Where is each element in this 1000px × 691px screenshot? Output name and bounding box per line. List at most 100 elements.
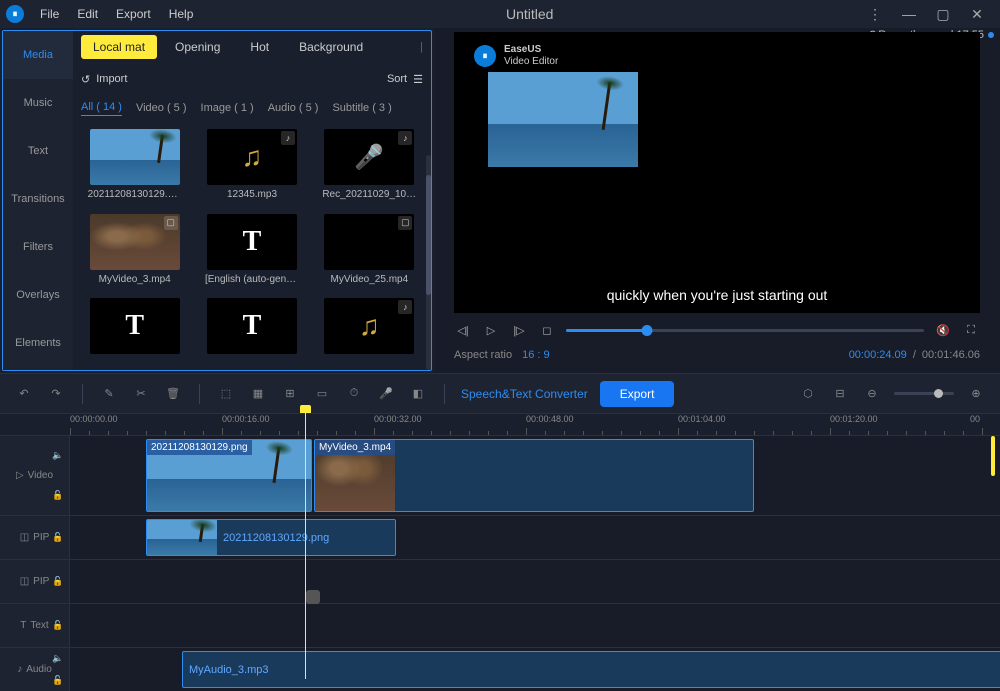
aspect-ratio-value[interactable]: 16 : 9 bbox=[522, 349, 550, 361]
media-thumb[interactable]: ♫♪12345.mp3 bbox=[198, 129, 305, 204]
volume-icon[interactable]: 🔇 bbox=[934, 321, 952, 339]
pip-track-2[interactable]: ◫PIP 🔓 bbox=[0, 559, 1000, 603]
filter-all[interactable]: All ( 14 ) bbox=[81, 101, 122, 116]
speed-icon[interactable]: ⏱ bbox=[344, 384, 364, 404]
media-thumb[interactable]: ▢MyVideo_3.mp4 bbox=[81, 214, 188, 289]
media-tab-hot[interactable]: Hot bbox=[238, 35, 281, 59]
next-frame-button[interactable]: |▷ bbox=[510, 321, 528, 339]
media-tab-opening[interactable]: Opening bbox=[163, 35, 232, 59]
export-button[interactable]: Export bbox=[600, 381, 675, 407]
play-button[interactable]: ▷ bbox=[482, 321, 500, 339]
prev-frame-button[interactable]: ◁| bbox=[454, 321, 472, 339]
mute-icon[interactable]: 🔈 bbox=[52, 653, 68, 664]
playhead[interactable] bbox=[305, 413, 306, 679]
lock-icon[interactable]: 🔓 bbox=[52, 620, 68, 631]
zoom-in-button[interactable]: ⊕ bbox=[966, 384, 986, 404]
audio-track-icon: ♪ bbox=[17, 664, 22, 675]
audio-track[interactable]: ♪Audio 🔈🔓MyAudio_3.mp3 bbox=[0, 647, 1000, 691]
media-tabs: Local mat Opening Hot Background | bbox=[73, 31, 431, 63]
zoom-out-button[interactable]: ⊖ bbox=[862, 384, 882, 404]
close-button[interactable]: ✕ bbox=[960, 0, 994, 28]
zoom-slider[interactable] bbox=[894, 392, 954, 395]
badge-icon: ♪ bbox=[398, 300, 412, 314]
text-track[interactable]: TText 🔓 bbox=[0, 603, 1000, 647]
stop-button[interactable]: ◻ bbox=[538, 321, 556, 339]
crop-button[interactable]: ⬚ bbox=[216, 384, 236, 404]
lock-icon[interactable]: 🔓 bbox=[52, 532, 68, 543]
pip-track-1[interactable]: ◫PIP 🔓20211208130129.png bbox=[0, 515, 1000, 559]
side-tab-text[interactable]: Text bbox=[3, 127, 73, 175]
video-track[interactable]: ▷Video 🔈🔓 20211208130129.pngMyVideo_3.mp… bbox=[0, 435, 1000, 515]
video-clip[interactable]: 20211208130129.png bbox=[146, 439, 312, 512]
badge-icon: ♪ bbox=[398, 131, 412, 145]
fullscreen-icon[interactable]: ⛶ bbox=[962, 321, 980, 339]
progress-slider[interactable] bbox=[566, 329, 924, 332]
side-tab-filters[interactable]: Filters bbox=[3, 223, 73, 271]
marker-icon[interactable]: ⬡ bbox=[798, 384, 818, 404]
import-icon: ↺ bbox=[81, 73, 90, 86]
side-tab-music[interactable]: Music bbox=[3, 79, 73, 127]
media-thumb[interactable]: 20211208130129.png bbox=[81, 129, 188, 204]
ruler-mark: 00:01:20.00 bbox=[830, 414, 878, 424]
clip-label: 20211208130129.png bbox=[147, 440, 252, 455]
delete-button[interactable]: 🗑 bbox=[163, 384, 183, 404]
preview-viewport[interactable]: ⏸ EaseUS Video Editor quickly when you'r… bbox=[454, 32, 980, 313]
media-thumb[interactable]: T bbox=[81, 298, 188, 362]
media-thumb[interactable]: T bbox=[198, 298, 305, 362]
media-tab-background[interactable]: Background bbox=[287, 35, 375, 59]
thumb-label: 20211208130129.png bbox=[88, 189, 182, 200]
thumb-label: 12345.mp3 bbox=[227, 189, 277, 200]
filter-audio[interactable]: Audio ( 5 ) bbox=[268, 102, 319, 114]
maximize-button[interactable]: ▢ bbox=[926, 0, 960, 28]
redo-button[interactable]: ↷ bbox=[46, 384, 66, 404]
menu-help[interactable]: Help bbox=[161, 3, 202, 25]
media-thumb[interactable]: ▢ MyVideo_25.mp4 bbox=[316, 214, 423, 289]
media-tab-local[interactable]: Local mat bbox=[81, 35, 157, 59]
menu-edit[interactable]: Edit bbox=[69, 3, 106, 25]
text-track-icon: T bbox=[20, 620, 26, 631]
effect-icon[interactable]: ◧ bbox=[408, 384, 428, 404]
speech-text-converter-link[interactable]: Speech&Text Converter bbox=[461, 387, 588, 401]
lock-icon[interactable]: 🔓 bbox=[52, 490, 68, 501]
media-panel: Media Music Text Transitions Filters Ove… bbox=[2, 30, 432, 371]
side-tab-transitions[interactable]: Transitions bbox=[3, 175, 73, 223]
import-button[interactable]: ↺ Import bbox=[81, 73, 127, 86]
menu-export[interactable]: Export bbox=[108, 3, 159, 25]
filter-subtitle[interactable]: Subtitle ( 3 ) bbox=[332, 102, 391, 114]
video-clip[interactable]: MyVideo_3.mp4 bbox=[314, 439, 754, 512]
cut-button[interactable]: ✂ bbox=[131, 384, 151, 404]
voiceover-icon[interactable]: 🎤 bbox=[376, 384, 396, 404]
frame-icon[interactable]: ▭ bbox=[312, 384, 332, 404]
app-logo-icon: ⏸ bbox=[6, 5, 24, 23]
scrollbar-thumb[interactable] bbox=[426, 175, 431, 295]
thumb-label: MyVideo_25.mp4 bbox=[331, 274, 409, 285]
filter-video[interactable]: Video ( 5 ) bbox=[136, 102, 187, 114]
aspect-ratio-label: Aspect ratio bbox=[454, 349, 512, 361]
side-tab-media[interactable]: Media bbox=[3, 31, 73, 79]
media-thumb[interactable]: 🎤♪Rec_20211029_1031... bbox=[316, 129, 423, 204]
media-thumb[interactable]: ♫♪ bbox=[316, 298, 423, 362]
media-thumb[interactable]: T[English (auto-genera... bbox=[198, 214, 305, 289]
badge-icon: ▢ bbox=[398, 216, 412, 230]
minimize-button[interactable]: — bbox=[892, 0, 926, 28]
pip-clip[interactable]: 20211208130129.png bbox=[146, 519, 396, 556]
sort-button[interactable]: Sort ☰ bbox=[387, 73, 423, 86]
lock-icon[interactable]: 🔓 bbox=[52, 576, 68, 587]
timeline-vscroll[interactable] bbox=[990, 436, 996, 675]
mute-icon[interactable]: 🔈 bbox=[52, 450, 68, 461]
edit-icon[interactable]: ✎ bbox=[99, 384, 119, 404]
side-tab-overlays[interactable]: Overlays bbox=[3, 271, 73, 319]
lock-icon[interactable]: 🔓 bbox=[52, 675, 68, 686]
pip-track-icon: ◫ bbox=[20, 576, 29, 587]
menu-file[interactable]: File bbox=[32, 3, 67, 25]
grid-icon[interactable]: ⊞ bbox=[280, 384, 300, 404]
undo-button[interactable]: ↶ bbox=[14, 384, 34, 404]
side-tab-elements[interactable]: Elements bbox=[3, 319, 73, 367]
more-icon[interactable]: ⋮ bbox=[858, 0, 892, 28]
fit-icon[interactable]: ⊟ bbox=[830, 384, 850, 404]
badge-icon: ▢ bbox=[164, 216, 178, 230]
menubar: File Edit Export Help bbox=[32, 3, 201, 25]
timeline-ruler[interactable]: 00:00:00.0000:00:16.0000:00:32.0000:00:4… bbox=[0, 413, 1000, 435]
filter-image[interactable]: Image ( 1 ) bbox=[201, 102, 254, 114]
mosaic-button[interactable]: ▦ bbox=[248, 384, 268, 404]
